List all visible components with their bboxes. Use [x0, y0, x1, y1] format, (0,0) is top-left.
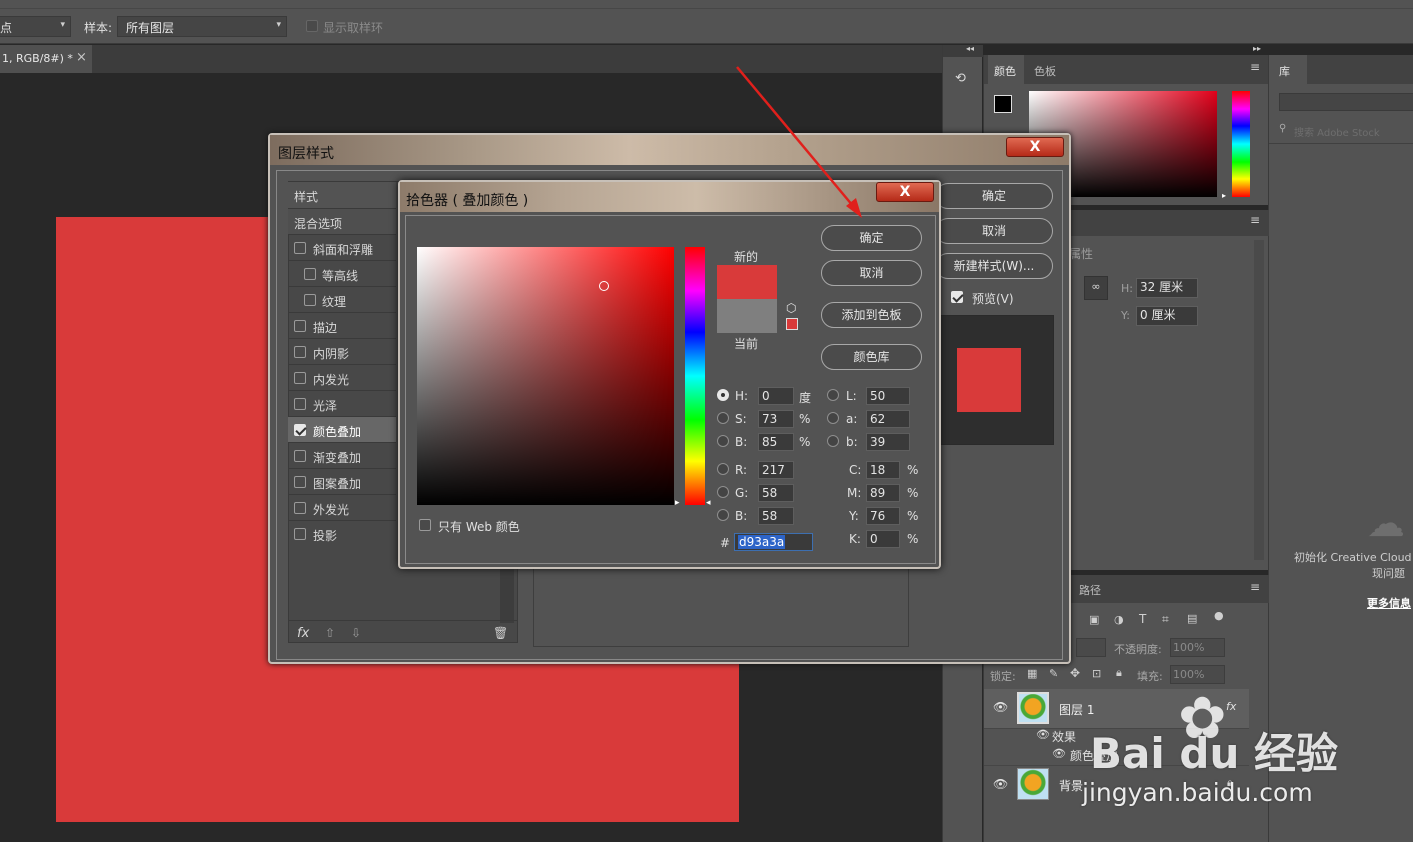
annotation-arrow [736, 66, 862, 218]
